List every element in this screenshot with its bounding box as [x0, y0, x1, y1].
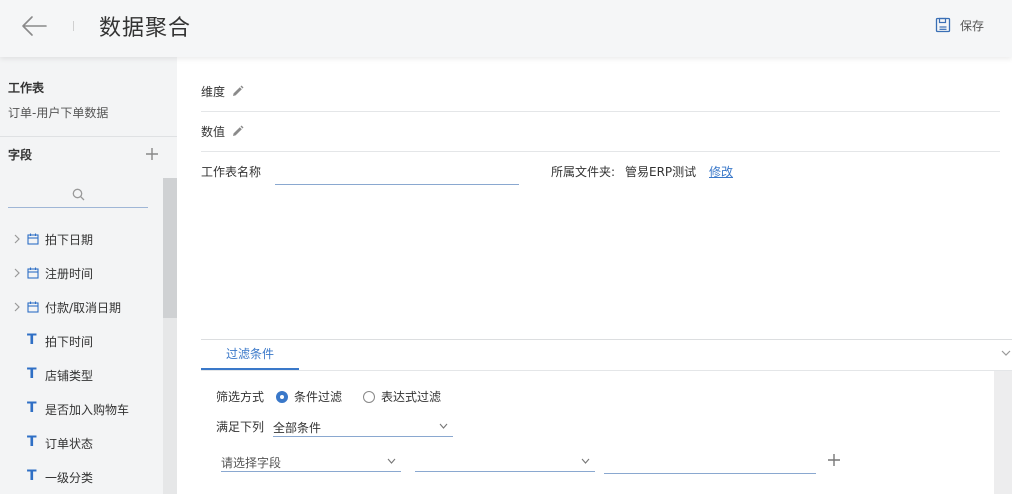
- save-icon: [935, 17, 951, 33]
- folder-label: 所属文件夹:: [551, 165, 616, 179]
- field-item-text[interactable]: T 订单状态: [0, 426, 160, 460]
- radio-unchecked-icon: [363, 390, 375, 403]
- select-value: 全部条件: [273, 421, 322, 435]
- sidebar: 工作表 订单-用户下单数据 字段 拍下日期 注册时间 付款/取消日期 T 拍下时…: [0, 57, 177, 494]
- field-item-label: 店铺类型: [45, 369, 94, 383]
- value-row[interactable]: 数值: [201, 123, 244, 140]
- text-type-icon: T: [27, 434, 37, 450]
- field-item-label: 付款/取消日期: [45, 301, 122, 315]
- tab-filter-conditions[interactable]: 过滤条件: [201, 340, 299, 370]
- calendar-icon: [27, 267, 39, 279]
- plus-icon[interactable]: [144, 146, 160, 162]
- chevron-down-icon: [439, 423, 448, 429]
- dimension-label: 维度: [201, 85, 226, 99]
- field-item-label: 拍下时间: [45, 335, 94, 349]
- worksheet-label: 工作表: [8, 81, 45, 95]
- filter-divider: [201, 339, 1012, 340]
- select-value: 请选择字段: [221, 456, 282, 470]
- field-select[interactable]: 请选择字段: [221, 451, 401, 472]
- field-item-label: 拍下日期: [45, 233, 94, 247]
- search-icon: [72, 188, 85, 201]
- row-divider: [201, 151, 1000, 152]
- chevron-down-icon[interactable]: [1001, 349, 1011, 357]
- operator-select[interactable]: [415, 451, 595, 472]
- dimension-row[interactable]: 维度: [201, 83, 244, 100]
- chevron-down-icon: [387, 458, 396, 464]
- modify-folder-link[interactable]: 修改: [709, 163, 733, 180]
- worksheet-name: 订单-用户下单数据: [8, 106, 109, 120]
- field-item-text[interactable]: T 店铺类型: [0, 358, 160, 392]
- field-search-input[interactable]: [8, 185, 148, 208]
- worksheet-name-label: 工作表名称: [201, 165, 262, 179]
- page-title: 数据聚合: [99, 16, 192, 41]
- meet-label: 满足下列: [216, 420, 265, 434]
- radio-condition-filter[interactable]: 条件过滤: [276, 388, 342, 405]
- field-list: 拍下日期 注册时间 付款/取消日期 T 拍下时间 T 店铺类型 T 是否加入购物…: [0, 222, 160, 494]
- plus-icon[interactable]: [827, 453, 841, 467]
- field-item-label: 注册时间: [45, 267, 94, 281]
- row-divider: [201, 111, 1000, 112]
- fields-label: 字段: [8, 148, 33, 162]
- calendar-icon: [27, 301, 39, 313]
- text-type-icon: T: [27, 400, 37, 416]
- top-bar: 数据聚合 保存: [0, 0, 1012, 57]
- condition-scope-select[interactable]: 全部条件: [273, 416, 453, 437]
- text-type-icon: T: [27, 366, 37, 382]
- text-type-icon: T: [27, 332, 37, 348]
- pencil-icon[interactable]: [231, 125, 244, 138]
- condition-value-input[interactable]: [604, 451, 816, 474]
- field-item-label: 是否加入购物车: [45, 403, 130, 417]
- pencil-icon[interactable]: [231, 85, 244, 98]
- main-panel: 维度 数值 工作表名称 所属文件夹: 管易ERP测试 修改 过滤条件 筛选方式 …: [177, 57, 1012, 494]
- chevron-right-icon[interactable]: [13, 234, 21, 244]
- text-type-icon: T: [27, 468, 37, 484]
- radio-expression-filter[interactable]: 表达式过滤: [363, 388, 441, 405]
- filter-scrollbar[interactable]: [994, 371, 1012, 494]
- filter-panel: 筛选方式 条件过滤 表达式过滤 满足下列 全部条件 请选择字段: [201, 371, 994, 494]
- header-divider: [73, 21, 74, 31]
- radio-label: 表达式过滤: [381, 390, 442, 404]
- arrow-left-icon[interactable]: [20, 14, 48, 38]
- field-item-date[interactable]: 注册时间: [0, 256, 160, 290]
- radio-label: 条件过滤: [294, 390, 343, 404]
- save-label: 保存: [960, 18, 985, 33]
- chevron-down-icon: [581, 458, 590, 464]
- field-item-label: 订单状态: [45, 437, 94, 451]
- chevron-right-icon[interactable]: [13, 268, 21, 278]
- field-item-text[interactable]: T 是否加入购物车: [0, 392, 160, 426]
- chevron-right-icon[interactable]: [13, 302, 21, 312]
- sidebar-scrollbar-thumb[interactable]: [163, 178, 177, 318]
- sidebar-divider: [0, 136, 177, 137]
- field-item-text[interactable]: T 拍下时间: [0, 324, 160, 358]
- worksheet-name-input[interactable]: [275, 161, 519, 185]
- save-button[interactable]: 保存: [935, 14, 984, 36]
- value-label: 数值: [201, 125, 226, 139]
- filter-mode-label: 筛选方式: [216, 390, 265, 404]
- field-item-date[interactable]: 拍下日期: [0, 222, 160, 256]
- radio-checked-icon: [276, 390, 288, 403]
- field-item-date[interactable]: 付款/取消日期: [0, 290, 160, 324]
- calendar-icon: [27, 233, 39, 245]
- field-item-label: 一级分类: [45, 471, 94, 485]
- folder-name: 管易ERP测试: [625, 165, 697, 179]
- field-item-text[interactable]: T 一级分类: [0, 460, 160, 494]
